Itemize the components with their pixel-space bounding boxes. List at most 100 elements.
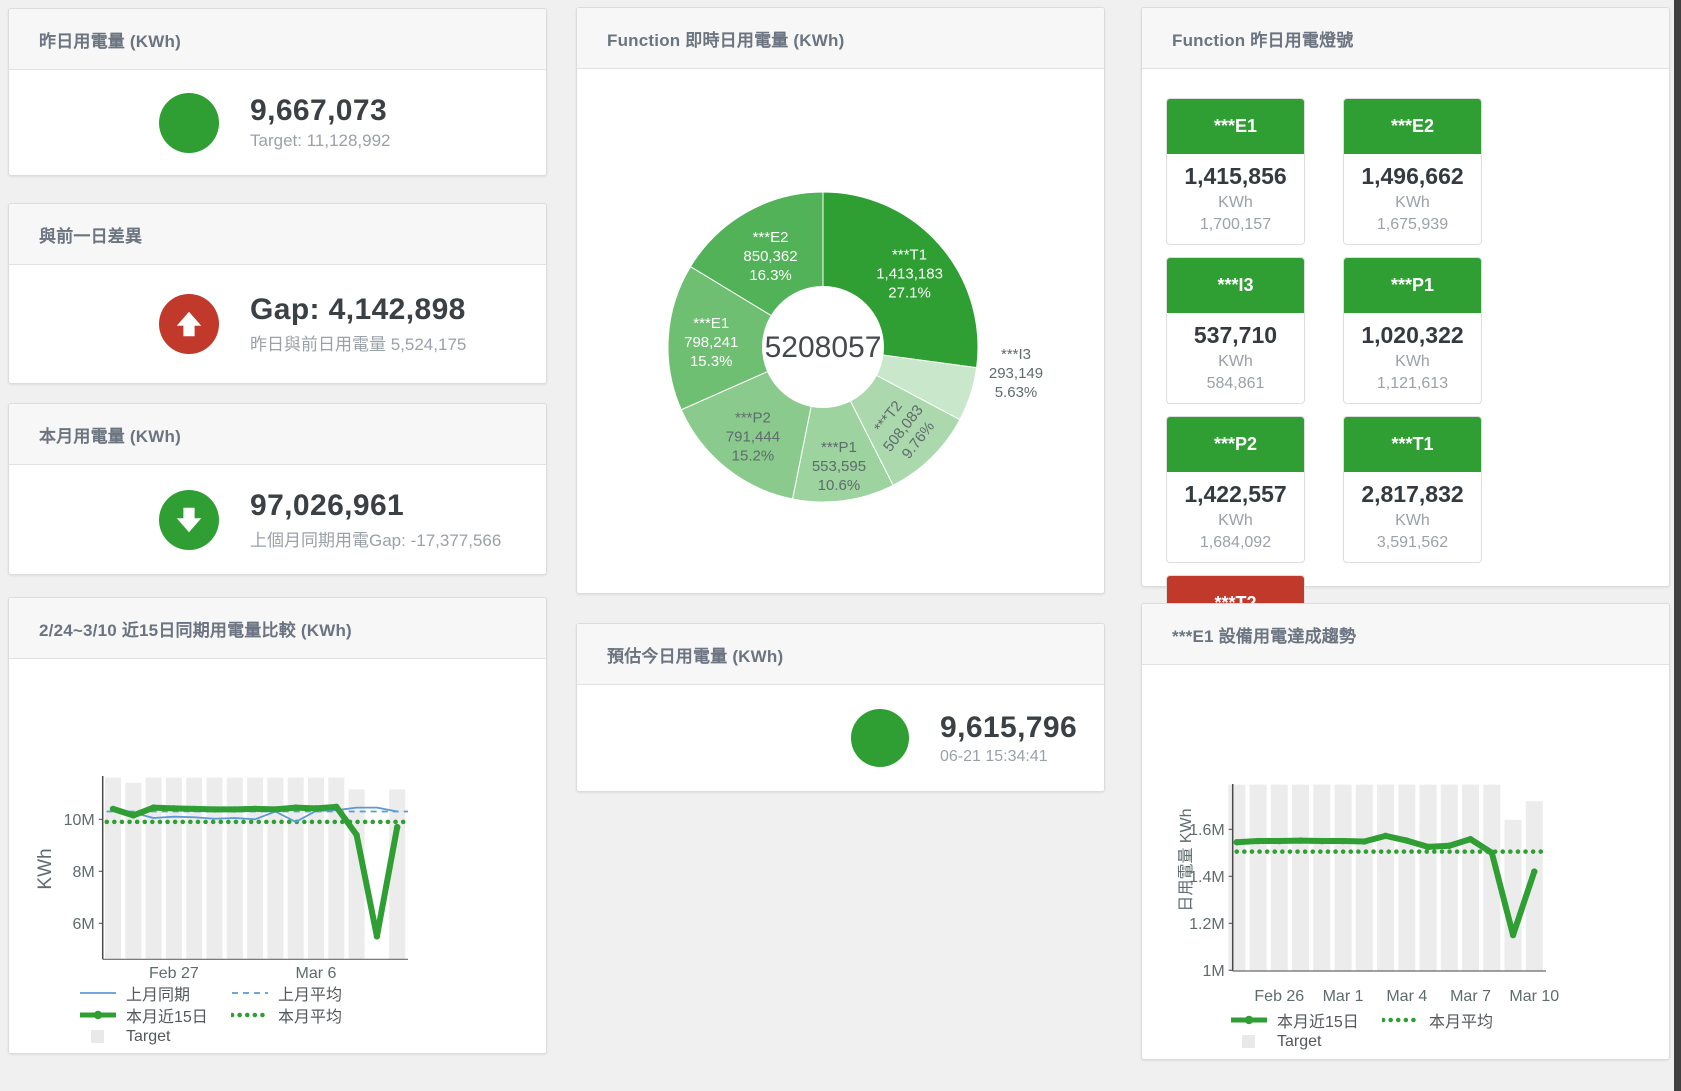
trend-legend: 本月近15日本月平均 Target [1230, 1009, 1534, 1053]
arrow-up-circle-icon [159, 294, 219, 354]
legend-item[interactable]: 上月平均 [231, 981, 383, 1005]
tile-status-header: ***E1 [1167, 99, 1304, 154]
panel-header: 與前一日差異 [9, 204, 546, 265]
legend-item[interactable]: 本月平均 [231, 1003, 383, 1027]
tile-value: 1,415,856 [1167, 163, 1304, 190]
panel-e1-trend-chart: ***E1 設備用電達成趨勢 1.6M1.4M1.2M1MFeb 26Mar 1… [1141, 603, 1670, 1060]
stat-subtext: 昨日與前日用電量 5,524,175 [250, 330, 466, 355]
panel-body: 1.6M1.4M1.2M1MFeb 26Mar 1Mar 4Mar 7Mar 1… [1142, 665, 1669, 1059]
panel-title[interactable]: ***E1 設備用電達成趨勢 [1172, 622, 1356, 647]
legend-item[interactable]: 上月同期 [79, 981, 231, 1005]
panel-title[interactable]: Function 即時日用電量 (KWh) [607, 26, 844, 51]
panel-title[interactable]: 2/24~3/10 近15日同期用電量比較 (KWh) [39, 616, 352, 641]
panel-title[interactable]: 本月用電量 (KWh) [39, 422, 181, 447]
panel-title[interactable]: 預估今日用電量 (KWh) [607, 642, 783, 667]
stat-value: 9,667,073 [250, 94, 391, 128]
tile-unit: KWh [1167, 194, 1304, 212]
legend-item[interactable]: Target [79, 1028, 231, 1046]
svg-text:Mar 10: Mar 10 [1509, 988, 1559, 1005]
legend-item[interactable]: 本月近15日 [79, 1003, 231, 1027]
legend-swatch-icon [79, 986, 117, 1000]
stat-row: Gap: 4,142,898 昨日與前日用電量 5,524,175 [9, 265, 546, 383]
panel-body: ***E1 1,415,856 KWh 1,700,157 ***E2 1,496,662… [1142, 69, 1669, 586]
svg-text:Mar 4: Mar 4 [1386, 988, 1427, 1005]
tile-unit: KWh [1167, 353, 1304, 371]
panel-title[interactable]: 與前一日差異 [39, 222, 142, 247]
legend-swatch-icon [231, 986, 269, 1000]
tile-unit: KWh [1344, 353, 1481, 371]
stat-row: 9,667,073 Target: 11,128,992 [9, 70, 546, 175]
tile-value: 1,496,662 [1344, 163, 1481, 190]
tile-status-header: ***E2 [1344, 99, 1481, 154]
tile-value: 1,422,557 [1167, 481, 1304, 508]
panel-body: 9,615,796 06-21 15:34:41 [577, 685, 1104, 791]
stat-text: 9,667,073 Target: 11,128,992 [250, 94, 391, 151]
light-tile: ***E1 1,415,856 KWh 1,700,157 [1166, 98, 1305, 245]
svg-text:1.2M: 1.2M [1189, 916, 1225, 933]
svg-text:日用電量 KWh: 日用電量 KWh [1178, 808, 1195, 911]
panel-title[interactable]: 昨日用電量 (KWh) [39, 27, 181, 52]
trend-line-chart[interactable]: 1.6M1.4M1.2M1MFeb 26Mar 1Mar 4Mar 7Mar 1… [1142, 665, 1667, 1059]
svg-text:5208057: 5208057 [765, 331, 882, 364]
panel-body: ***T11,413,18327.1%***I3293,1495.63%***T… [577, 69, 1104, 593]
legend-item[interactable]: Target [1230, 1033, 1382, 1051]
stat-row: 97,026,961 上個月同期用電Gap: -17,377,566 [9, 465, 546, 574]
energy-dashboard: 昨日用電量 (KWh) 9,667,073 Target: 11,128,992… [0, 0, 1681, 1091]
stat-value: 9,615,796 [940, 711, 1077, 745]
tile-target: 1,700,157 [1167, 216, 1304, 234]
panel-day-gap: 與前一日差異 Gap: 4,142,898 昨日與前日用電量 5,524,175 [8, 203, 547, 384]
panel-body: 10M8M6MFeb 27Mar 6KWh 上月同期上月平均本月近15日本月平均… [9, 659, 546, 1053]
legend-label: Target [1277, 1033, 1321, 1051]
svg-text:Mar 6: Mar 6 [296, 965, 337, 982]
tile-target: 3,591,562 [1344, 534, 1481, 552]
tile-unit: KWh [1344, 194, 1481, 212]
tile-target: 584,861 [1167, 375, 1304, 393]
tile-status-header: ***T1 [1344, 417, 1481, 472]
legend-label: 上月平均 [278, 981, 342, 1005]
tile-target: 1,121,613 [1344, 375, 1481, 393]
tile-value: 1,020,322 [1344, 322, 1481, 349]
panel-yesterday-usage: 昨日用電量 (KWh) 9,667,073 Target: 11,128,992 [8, 8, 547, 176]
arrow-down-circle-icon [159, 490, 219, 550]
stat-text: 97,026,961 上個月同期用電Gap: -17,377,566 [250, 489, 501, 551]
stat-timestamp: 06-21 15:34:41 [940, 748, 1077, 766]
legend-label: 本月近15日 [126, 1003, 208, 1027]
realtime-donut-chart[interactable]: ***T11,413,18327.1%***I3293,1495.63%***T… [577, 69, 1102, 592]
panel-header: Function 即時日用電量 (KWh) [577, 8, 1104, 69]
legend-item[interactable]: 本月平均 [1382, 1008, 1534, 1032]
panel-header: 預估今日用電量 (KWh) [577, 624, 1104, 685]
tile-status-header: ***P2 [1167, 417, 1304, 472]
panel-header: 本月用電量 (KWh) [9, 404, 546, 465]
panel-header: ***E1 設備用電達成趨勢 [1142, 604, 1669, 665]
svg-text:Feb 27: Feb 27 [149, 965, 199, 982]
svg-text:Mar 7: Mar 7 [1450, 988, 1491, 1005]
light-tile: ***I3 537,710 KWh 584,861 [1166, 257, 1305, 404]
panel-title[interactable]: Function 昨日用電燈號 [1172, 26, 1353, 51]
legend-swatch-icon [231, 1008, 269, 1022]
tile-unit: KWh [1344, 512, 1481, 530]
panel-header: Function 昨日用電燈號 [1142, 8, 1669, 69]
legend-item[interactable]: 本月近15日 [1230, 1008, 1382, 1032]
legend-swatch-icon [79, 1030, 117, 1044]
panel-compare-chart: 2/24~3/10 近15日同期用電量比較 (KWh) 10M8M6MFeb 2… [8, 597, 547, 1054]
tile-value: 537,710 [1167, 322, 1304, 349]
light-tile: ***P21,422,557KWh1,684,092 [1166, 416, 1305, 563]
legend-label: 本月平均 [278, 1003, 342, 1027]
stat-value: Gap: 4,142,898 [250, 293, 466, 327]
light-tile: ***T12,817,832KWh3,591,562 [1343, 416, 1482, 563]
legend-label: 本月近15日 [1277, 1008, 1359, 1032]
legend-label: Target [126, 1028, 170, 1046]
stat-subtext: 上個月同期用電Gap: -17,377,566 [250, 526, 501, 551]
svg-text:8M: 8M [72, 864, 94, 881]
svg-text:6M: 6M [72, 916, 94, 933]
light-tile: ***P11,020,322KWh1,121,613 [1343, 257, 1482, 404]
scrollbar[interactable] [1674, 0, 1681, 1091]
tile-target: 1,675,939 [1344, 216, 1481, 234]
light-tile: ***E2 1,496,662 KWh 1,675,939 [1343, 98, 1482, 245]
panel-estimate-today: 預估今日用電量 (KWh) 9,615,796 06-21 15:34:41 [576, 623, 1105, 792]
panel-body: Gap: 4,142,898 昨日與前日用電量 5,524,175 [9, 265, 546, 383]
panel-body: 9,667,073 Target: 11,128,992 [9, 70, 546, 175]
legend-swatch-icon [79, 1008, 117, 1022]
stat-value: 97,026,961 [250, 489, 501, 523]
tile-status-header: ***I3 [1167, 258, 1304, 313]
